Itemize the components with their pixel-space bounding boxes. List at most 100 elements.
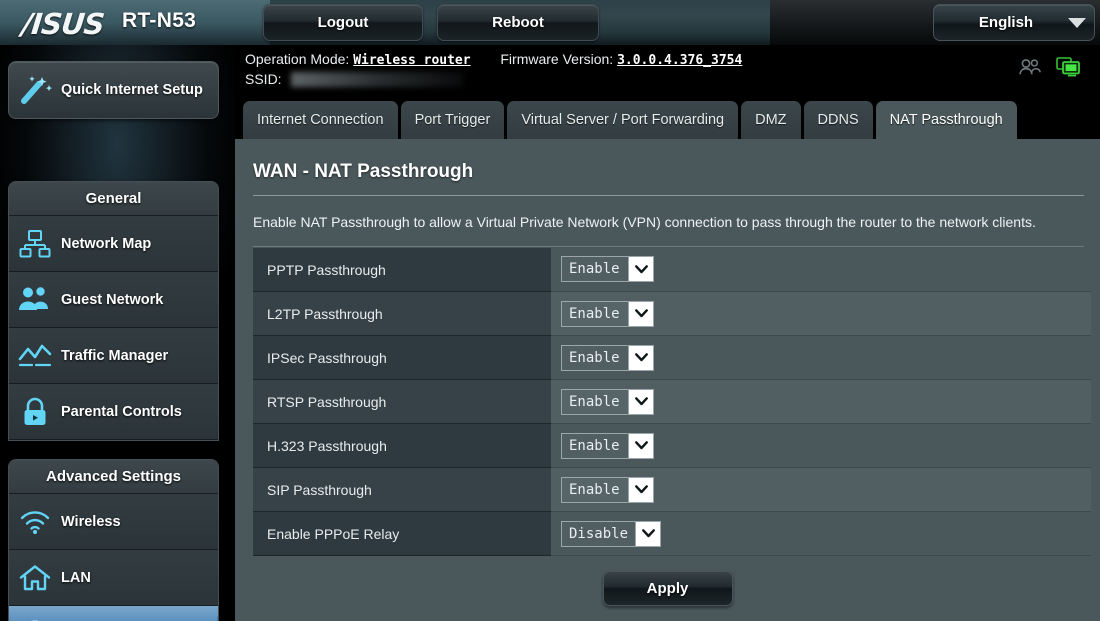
sip-passthrough-value: Enable [569,481,620,498]
sidebar-item-wan[interactable]: WAN [9,606,218,621]
row-value-sip: Enable [551,467,1091,512]
chevron-down-icon [1060,17,1094,28]
rtsp-passthrough-value: Enable [569,393,620,410]
sip-passthrough-select[interactable]: Enable [561,476,654,503]
top-bar: /ISUS RT-N53 Logout Reboot English [0,0,1100,45]
table-row: Enable PPPoE Relay Disable [253,511,1091,556]
page-description: Enable NAT Passthrough to allow a Virtua… [253,214,1036,230]
sidebar-item-parental-controls[interactable]: Parental Controls [9,384,218,440]
pptp-passthrough-select[interactable]: Enable [561,256,654,283]
ipsec-passthrough-select[interactable]: Enable [561,344,654,371]
row-value-pptp: Enable [551,247,1091,292]
sidebar-quick-internet-setup[interactable]: Quick Internet Setup [8,61,219,119]
page-title: WAN - NAT Passthrough [253,161,474,182]
row-value-pppoe-relay: Disable [551,511,1091,556]
sidebar-item-lan-label: LAN [61,569,91,586]
operation-mode-line: Operation Mode: Wireless router Firmware… [245,51,742,68]
h323-passthrough-select[interactable]: Enable [561,432,654,459]
row-label-h323: H.323 Passthrough [253,423,551,468]
sidebar-item-wireless-label: Wireless [61,513,121,530]
reboot-button[interactable]: Reboot [437,4,599,41]
router-admin-page: /ISUS RT-N53 Logout Reboot English Opera… [0,0,1100,621]
row-value-ipsec: Enable [551,335,1091,380]
sidebar-item-traffic-manager[interactable]: Traffic Manager [9,328,218,384]
nat-passthrough-settings-table: PPTP Passthrough Enable L2TP Passthrough [253,247,1091,556]
sidebar-item-network-map[interactable]: Network Map [9,216,218,272]
sidebar-general-header: General [9,182,218,216]
pppoe-relay-value: Disable [569,525,629,542]
tab-internet-connection[interactable]: Internet Connection [243,101,398,139]
row-label-pptp: PPTP Passthrough [253,247,551,292]
network-map-icon [9,229,61,259]
chevron-down-icon [635,521,661,546]
chevron-down-icon [628,477,653,502]
chevron-down-icon [628,433,653,458]
tab-bar: Internet Connection Port Trigger Virtual… [235,97,1100,139]
table-row: H.323 Passthrough Enable [253,423,1091,468]
sidebar-item-wireless[interactable]: Wireless [9,494,218,550]
sidebar-item-lan[interactable]: LAN [9,550,218,606]
info-strip: Operation Mode: Wireless router Firmware… [235,45,1100,97]
sidebar-item-guest-network[interactable]: Guest Network [9,272,218,328]
firmware-value[interactable]: 3.0.0.4.376_3754 [617,53,742,68]
magic-wand-icon [9,74,61,106]
l2tp-passthrough-select[interactable]: Enable [561,300,654,327]
row-label-ipsec: IPSec Passthrough [253,335,551,380]
row-label-rtsp: RTSP Passthrough [253,379,551,424]
sidebar-group-general: General Network Map Guest Network Traffi… [8,181,219,441]
ssid-value-redacted [291,72,464,87]
row-value-h323: Enable [551,423,1091,468]
sidebar-item-parental-controls-label: Parental Controls [61,403,182,420]
connected-devices-icon[interactable] [1056,57,1082,82]
ssid-line: SSID: [245,71,464,87]
apply-button[interactable]: Apply [602,570,733,606]
row-label-sip: SIP Passthrough [253,467,551,512]
tab-virtual-server-port-forwarding[interactable]: Virtual Server / Port Forwarding [507,101,739,139]
pppoe-relay-select[interactable]: Disable [561,520,662,547]
sidebar-item-traffic-manager-label: Traffic Manager [61,347,169,364]
firmware-label: Firmware Version: [500,51,614,67]
traffic-chart-icon [9,342,61,370]
operation-mode-value[interactable]: Wireless router [353,53,470,68]
tab-port-trigger[interactable]: Port Trigger [400,101,505,139]
sidebar-group-advanced: Advanced Settings Wireless LAN [8,459,219,621]
tab-dmz[interactable]: DMZ [741,101,801,139]
tab-ddns[interactable]: DDNS [803,101,873,139]
content-inner: WAN - NAT Passthrough Enable NAT Passthr… [235,161,1100,606]
chevron-down-icon [628,389,653,414]
active-item-pointer [217,616,218,621]
users-group-icon [9,285,61,315]
h323-passthrough-value: Enable [569,437,620,454]
row-value-rtsp: Enable [551,379,1091,424]
users-icon[interactable] [1018,58,1042,81]
table-row: RTSP Passthrough Enable [253,379,1091,424]
lock-icon [9,397,61,427]
sidebar-quick-internet-setup-label: Quick Internet Setup [61,81,203,98]
logout-button[interactable]: Logout [263,4,423,41]
tab-nat-passthrough[interactable]: NAT Passthrough [875,101,1017,139]
table-row: IPSec Passthrough Enable [253,335,1091,380]
status-icon-group [1018,57,1082,82]
sidebar-item-guest-network-label: Guest Network [61,291,164,308]
chevron-down-icon [628,301,653,326]
ipsec-passthrough-value: Enable [569,349,620,366]
router-model-name: RT-N53 [122,9,197,32]
apply-button-row: Apply [243,570,1092,606]
asus-logo: /ISUS [20,7,106,41]
table-row: PPTP Passthrough Enable [253,247,1091,292]
table-row: L2TP Passthrough Enable [253,291,1091,336]
sidebar-item-network-map-label: Network Map [61,235,152,252]
row-label-pppoe-relay: Enable PPPoE Relay [253,511,551,556]
title-divider [253,195,1084,196]
language-label: English [978,14,1034,31]
sidebar-advanced-header: Advanced Settings [9,460,218,494]
sidebar: Quick Internet Setup General Network Map [0,45,235,621]
wifi-icon [9,509,61,535]
operation-mode-label: Operation Mode: [245,51,350,67]
language-selector[interactable]: English [933,4,1095,41]
pptp-passthrough-value: Enable [569,261,620,278]
l2tp-passthrough-value: Enable [569,305,620,322]
chevron-down-icon [628,345,653,370]
row-label-l2tp: L2TP Passthrough [253,291,551,336]
rtsp-passthrough-select[interactable]: Enable [561,388,654,415]
